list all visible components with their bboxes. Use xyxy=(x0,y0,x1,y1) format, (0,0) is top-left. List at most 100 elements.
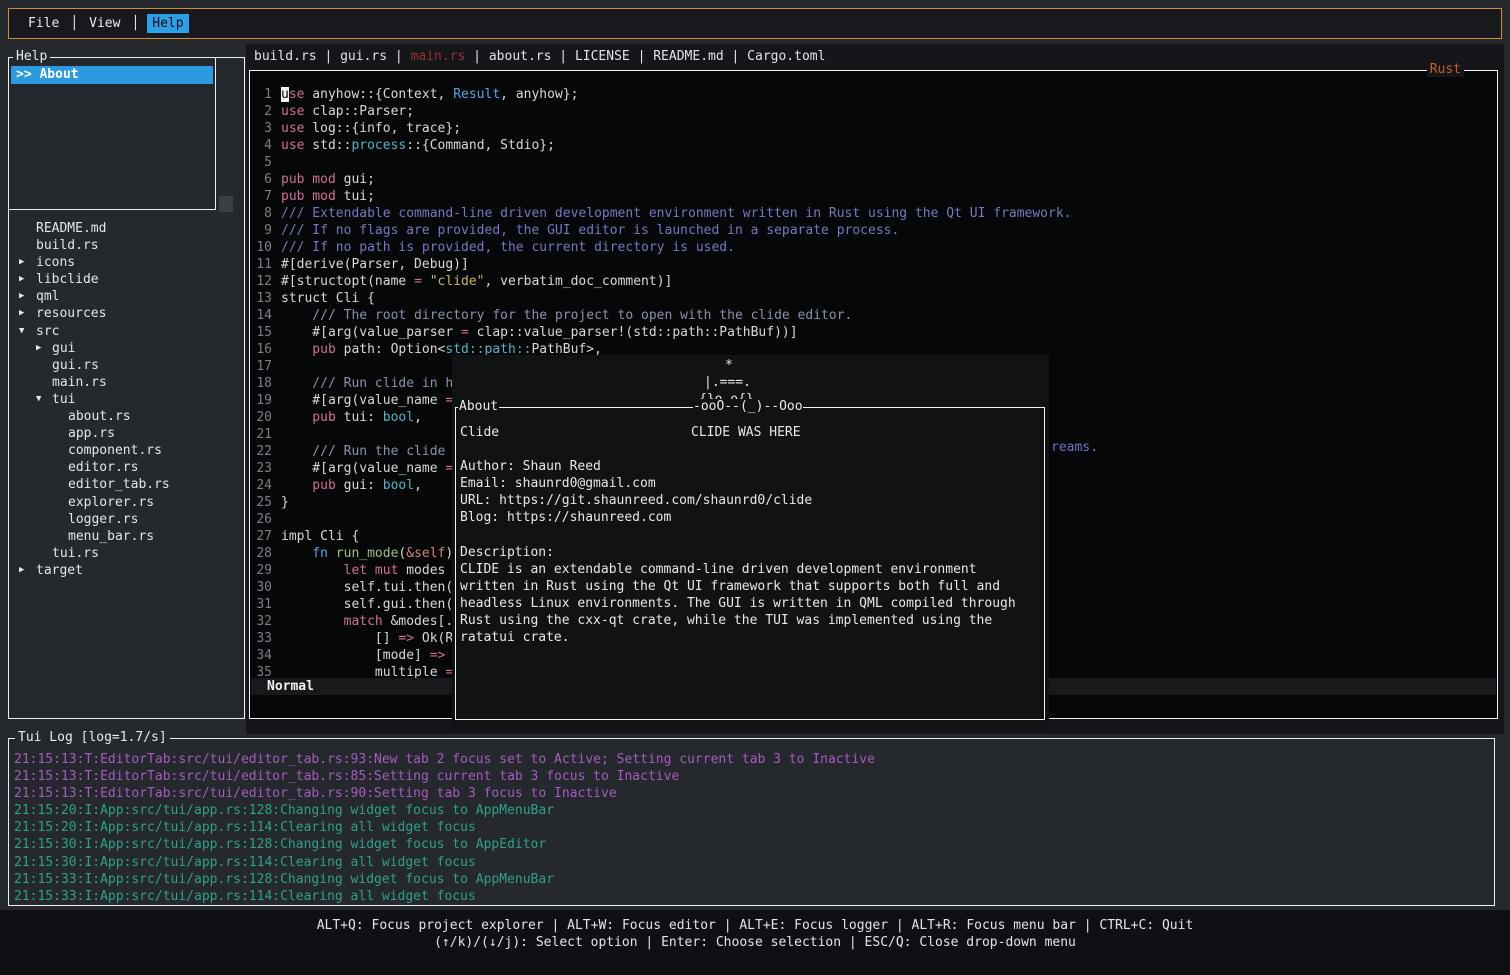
tree-item-gui-rs[interactable]: gui.rs xyxy=(9,357,242,374)
line-number: 28 xyxy=(254,545,272,562)
tab-separator: | xyxy=(317,49,340,64)
line-number: 31 xyxy=(254,596,272,613)
shortcuts-bar: ALT+Q: Focus project explorer | ALT+W: F… xyxy=(0,910,1510,975)
tab-build-rs[interactable]: build.rs xyxy=(254,49,317,64)
about-row xyxy=(460,441,1041,458)
tree-item-label: menu_bar.rs xyxy=(68,529,154,544)
tab-cargo-toml[interactable]: Cargo.toml xyxy=(747,49,825,64)
chevron-right-icon: ▶ xyxy=(19,254,24,271)
line-number: 14 xyxy=(254,307,272,324)
code-line-13: 13struct Cli { xyxy=(254,290,1495,307)
about-row: Description: xyxy=(460,544,1041,561)
tree-item-app-rs[interactable]: app.rs xyxy=(9,425,242,442)
tree-item-tui-rs[interactable]: tui.rs xyxy=(9,545,242,562)
shortcuts-line-1: ALT+Q: Focus project explorer | ALT+W: F… xyxy=(0,917,1510,934)
code-line-4: 4use std::process::{Command, Stdio}; xyxy=(254,137,1495,154)
tree-item-component-rs[interactable]: component.rs xyxy=(9,442,242,459)
line-number: 18 xyxy=(254,375,272,392)
tree-item-target[interactable]: ▶target xyxy=(9,562,242,579)
tree-item-label: about.rs xyxy=(68,409,131,424)
menu-item-view[interactable]: View xyxy=(89,16,120,31)
line-number: 25 xyxy=(254,494,272,511)
tree-item-label: tui xyxy=(52,392,75,407)
line-number: 22 xyxy=(254,443,272,460)
log-entry: 21:15:13:T:EditorTab:src/tui/editor_tab.… xyxy=(14,751,1490,768)
log-entry: 21:15:20:I:App:src/tui/app.rs:114:Cleari… xyxy=(14,819,1490,836)
tree-item-resources[interactable]: ▶resources xyxy=(9,305,242,322)
tree-item-explorer-rs[interactable]: explorer.rs xyxy=(9,494,242,511)
editor-tabbar: build.rs | gui.rs | main.rs | about.rs |… xyxy=(254,48,825,66)
tree-item-label: libclide xyxy=(36,272,99,287)
line-number: 16 xyxy=(254,341,272,358)
code-line-14: 14 /// The root directory for the projec… xyxy=(254,307,1495,324)
chevron-down-icon: ▼ xyxy=(36,391,41,408)
chevron-right-icon: ▶ xyxy=(36,340,41,357)
line-number: 21 xyxy=(254,426,272,443)
tree-item-logger-rs[interactable]: logger.rs xyxy=(9,511,242,528)
line-number: 7 xyxy=(254,188,272,205)
line-number: 33 xyxy=(254,630,272,647)
tab-readme-md[interactable]: README.md xyxy=(653,49,723,64)
code-line-8: 8/// Extendable command-line driven deve… xyxy=(254,205,1495,222)
tui-log-panel: Tui Log [log=1.7/s] 21:15:13:T:EditorTab… xyxy=(8,738,1495,906)
about-row: written in Rust using the Qt UI framewor… xyxy=(460,578,1041,595)
tree-item-about-rs[interactable]: about.rs xyxy=(9,408,242,425)
code-line-9: 9/// If no flags are provided, the GUI e… xyxy=(254,222,1495,239)
code-line-6: 6pub mod gui; xyxy=(254,171,1495,188)
tree-item-label: qml xyxy=(36,289,59,304)
vim-mode-indicator: Normal xyxy=(267,679,314,694)
line-number: 5 xyxy=(254,154,272,171)
about-row: ClideCLIDE WAS HERE xyxy=(460,424,1041,441)
tree-item-build-rs[interactable]: build.rs xyxy=(9,237,242,254)
menu-item-about[interactable]: >> About xyxy=(11,66,213,84)
line-number: 17 xyxy=(254,358,272,375)
tree-item-menu_bar-rs[interactable]: menu_bar.rs xyxy=(9,528,242,545)
tab-main-rs[interactable]: main.rs xyxy=(411,49,466,64)
tree-item-gui[interactable]: ▶gui xyxy=(9,340,242,357)
language-badge: Rust xyxy=(1427,62,1464,77)
code-line-2: 2use clap::Parser; xyxy=(254,103,1495,120)
line-number: 20 xyxy=(254,409,272,426)
code-line-1: 1use anyhow::{Context, Result, anyhow}; xyxy=(254,86,1495,103)
tab-about-rs[interactable]: about.rs xyxy=(489,49,552,64)
code-line-10: 10/// If no path is provided, the curren… xyxy=(254,239,1495,256)
log-entry: 21:15:13:T:EditorTab:src/tui/editor_tab.… xyxy=(14,768,1490,785)
tree-item-editor_tab-rs[interactable]: editor_tab.rs xyxy=(9,476,242,493)
about-popup-title: About xyxy=(458,399,499,414)
menu-item-file[interactable]: File xyxy=(28,16,59,31)
tree-item-src[interactable]: ▼src xyxy=(9,323,242,340)
code-line-7: 7pub mod tui; xyxy=(254,188,1495,205)
line-number: 4 xyxy=(254,137,272,154)
tab-license[interactable]: LICENSE xyxy=(575,49,630,64)
code-line-3: 3use log::{info, trace}; xyxy=(254,120,1495,137)
tree-item-qml[interactable]: ▶ qml xyxy=(9,288,242,305)
log-entry: 21:15:30:I:App:src/tui/app.rs:114:Cleari… xyxy=(14,854,1490,871)
explorer-scrollbar-thumb[interactable] xyxy=(219,196,233,212)
tree-item-label: explorer.rs xyxy=(68,495,154,510)
chevron-right-icon: ▶ xyxy=(19,288,24,305)
help-dropdown-title: Help xyxy=(13,49,50,64)
tab-separator: | xyxy=(724,49,747,64)
menu-separator: │ xyxy=(70,16,78,31)
tree-item-label: README.md xyxy=(36,221,106,236)
line-number: 19 xyxy=(254,392,272,409)
line-number: 23 xyxy=(254,460,272,477)
shortcuts-line-2: (↑/k)/(↓/j): Select option | Enter: Choo… xyxy=(0,934,1510,951)
tab-gui-rs[interactable]: gui.rs xyxy=(340,49,387,64)
about-row: Blog: https://shaunreed.com xyxy=(460,509,1041,526)
tree-item-main-rs[interactable]: main.rs xyxy=(9,374,242,391)
about-row: Rust using the cxx-qt crate, while the T… xyxy=(460,612,1041,629)
about-row xyxy=(460,527,1041,544)
tree-item-tui[interactable]: ▼ tui xyxy=(9,391,242,408)
tree-item-icons[interactable]: ▶icons xyxy=(9,254,242,271)
log-entry: 21:15:30:I:App:src/tui/app.rs:128:Changi… xyxy=(14,836,1490,853)
tree-item-editor-rs[interactable]: editor.rs xyxy=(9,459,242,476)
menu-item-help[interactable]: Help xyxy=(147,14,188,33)
chevron-down-icon: ▼ xyxy=(19,323,24,340)
clipped-comment-tail: reams. xyxy=(1051,440,1098,455)
tree-item-README-md[interactable]: README.md xyxy=(9,220,242,237)
about-popup: *|.===.{}o o{} About -ooO--(_)--Ooo Clid… xyxy=(452,355,1049,730)
about-popup-box: About -ooO--(_)--Ooo ClideCLIDE WAS HERE… xyxy=(455,407,1045,720)
tree-item-libclide[interactable]: ▶libclide xyxy=(9,271,242,288)
line-number: 10 xyxy=(254,239,272,256)
